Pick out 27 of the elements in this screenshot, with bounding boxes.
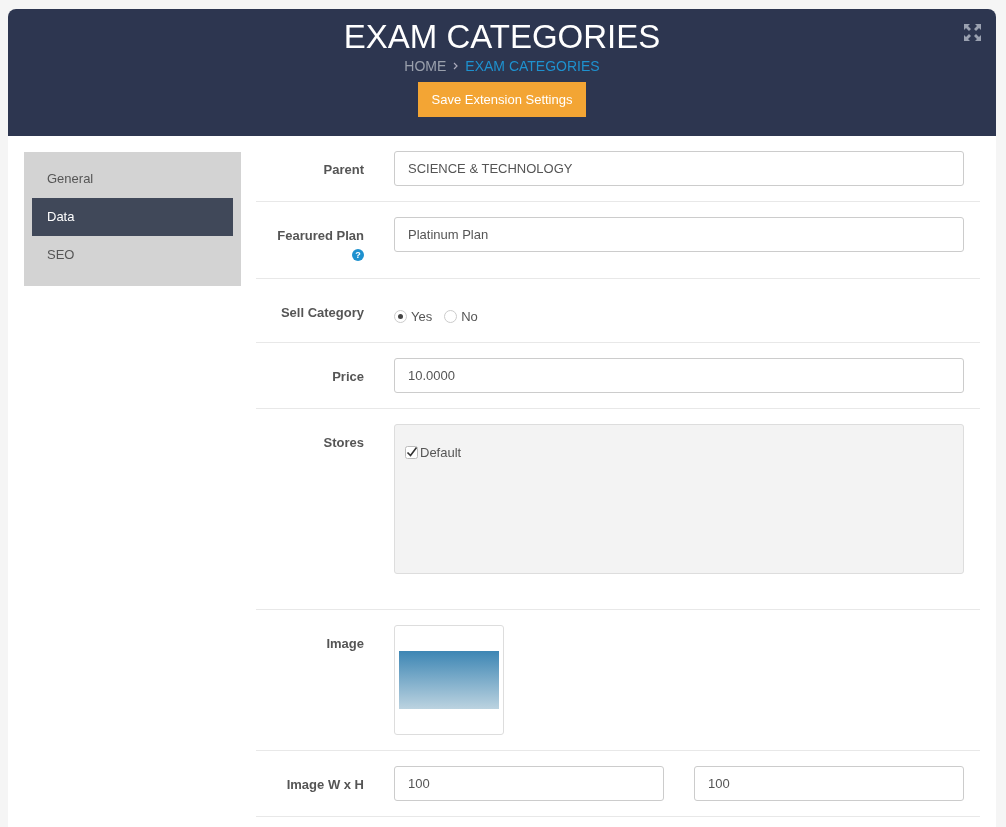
text-field[interactable]: 100	[694, 766, 964, 801]
sidebar-tab[interactable]: General	[32, 160, 233, 198]
expand-icon[interactable]	[964, 24, 981, 41]
radio-label: Yes	[411, 309, 433, 324]
radio-label: No	[461, 309, 478, 324]
field-label: Stores	[323, 434, 364, 452]
field-label: Fearured Plan ?	[276, 227, 364, 263]
radio-button[interactable]	[444, 310, 458, 323]
chevron-icon	[453, 62, 459, 70]
field-label: Sell Category	[280, 304, 364, 322]
text-field[interactable]: SCIENCE & TECHNOLOGY	[394, 151, 964, 186]
checkbox-label: Default	[420, 445, 462, 460]
text-field[interactable]: 100	[394, 766, 664, 801]
breadcrumb-link[interactable]: HOME	[404, 58, 447, 74]
page-title: EXAM CATEGORIES	[343, 17, 661, 57]
image-thumbnail[interactable]	[394, 625, 504, 735]
field-label: Parent	[323, 161, 364, 179]
field-label: Image W x H	[286, 776, 364, 794]
field-label: Image	[326, 635, 364, 653]
radio-button[interactable]	[394, 310, 407, 323]
field-label: Price	[332, 368, 364, 386]
checkbox[interactable]	[405, 446, 418, 459]
text-field[interactable]: Platinum Plan	[394, 217, 964, 252]
sidebar-tab[interactable]: SEO	[32, 236, 233, 274]
text-field[interactable]: 10.0000	[394, 358, 964, 393]
sidebar-tab[interactable]: Data	[32, 198, 233, 236]
help-icon[interactable]: ?	[352, 249, 364, 261]
